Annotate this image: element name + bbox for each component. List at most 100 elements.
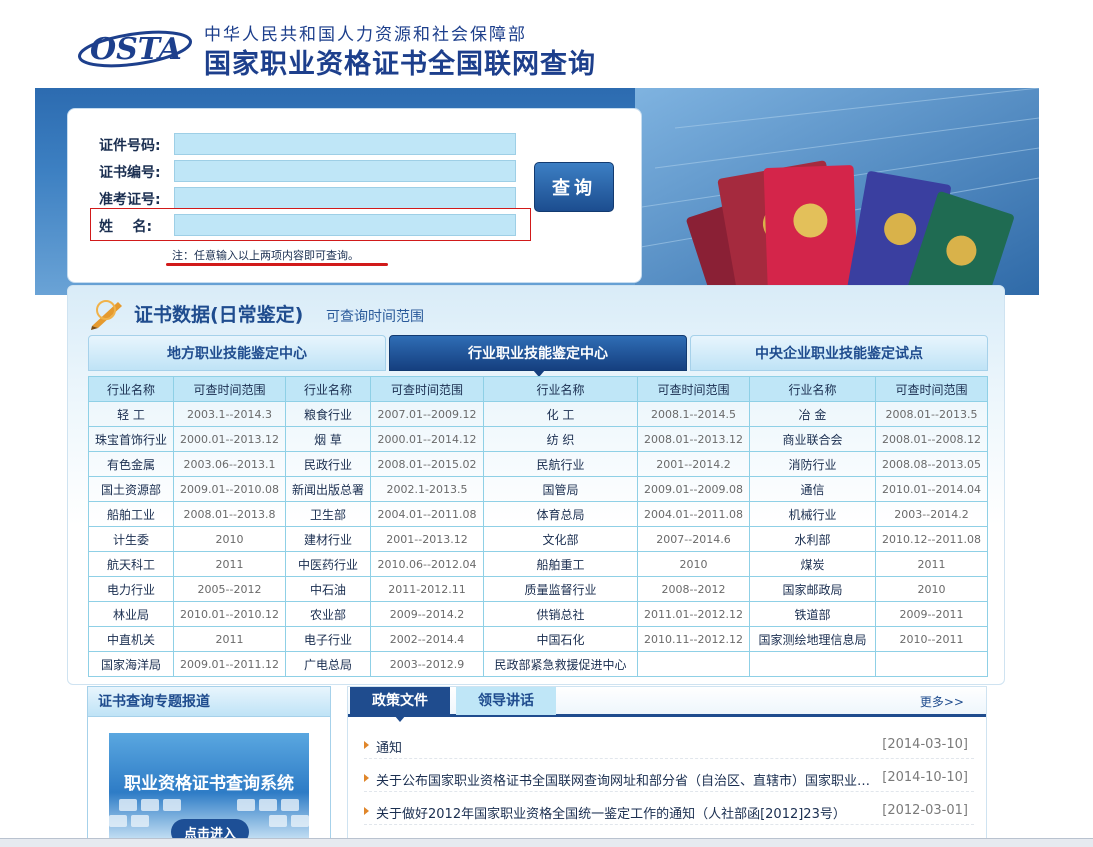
time-range-cell: 2007--2014.6 [637, 526, 750, 552]
tab-policy-documents[interactable]: 政策文件 [350, 687, 450, 715]
special-report-title: 证书查询专题报道 [88, 687, 330, 717]
time-range-cell: 2009.01--2009.08 [637, 476, 750, 502]
tab-leader-speeches[interactable]: 领导讲话 [456, 687, 556, 715]
industry-name-cell: 计生委 [88, 526, 174, 552]
time-range-cell: 2010--2011 [875, 626, 988, 652]
special-report-panel: 证书查询专题报道 职业资格证书查询系统 点击进入 [87, 686, 331, 846]
industry-name-cell: 煤炭 [749, 551, 876, 577]
industry-name-cell: 民航行业 [483, 451, 638, 477]
note-underline [166, 263, 388, 266]
industry-name-cell: 化 工 [483, 401, 638, 427]
news-date: [2012-03-01] [882, 803, 968, 818]
table-row: 有色金属 2003.06--2013.1 民政行业 2008.01--2015.02 民… [88, 451, 988, 477]
industry-name-cell: 商业联合会 [749, 426, 876, 452]
active-tab-arrow [394, 715, 406, 722]
time-range-cell: 2008.1--2014.5 [637, 401, 750, 427]
industry-name-cell: 广电总局 [285, 651, 371, 677]
id-number-label: 证件号码: [99, 138, 161, 154]
name-input[interactable] [174, 214, 516, 236]
column-header: 行业名称 [285, 376, 371, 402]
time-range-cell: 2010.01--2010.12 [173, 601, 286, 627]
time-range-cell: 2004.01--2011.08 [637, 501, 750, 527]
column-header: 可查时间范围 [637, 376, 750, 402]
time-range-cell: 2002.1-2013.5 [370, 476, 484, 502]
industry-name-cell: 国土资源部 [88, 476, 174, 502]
news-title[interactable]: 关于公布国家职业资格证书全国联网查询网址和部分省（自治区、直辖市）国家职业资格证… [376, 770, 876, 789]
news-title[interactable]: 通知 [376, 737, 876, 756]
industry-name-cell: 铁道部 [749, 601, 876, 627]
column-header: 可查时间范围 [173, 376, 286, 402]
industry-name-cell: 体育总局 [483, 501, 638, 527]
time-range-cell: 2008.01--2008.12 [875, 426, 988, 452]
page: OSTA 中华人民共和国人力资源和社会保障部 国家职业资格证书全国联网查询 证件… [0, 0, 1093, 847]
industry-name-cell: 国家邮政局 [749, 576, 876, 602]
time-range-cell: 2008--2012 [637, 576, 750, 602]
industry-name-cell: 通信 [749, 476, 876, 502]
column-header: 行业名称 [483, 376, 638, 402]
industry-name-cell: 卫生部 [285, 501, 371, 527]
industry-name-cell: 国管局 [483, 476, 638, 502]
promo-banner[interactable]: 职业资格证书查询系统 点击进入 [109, 733, 309, 841]
logo-text: OSTA [90, 32, 182, 67]
industry-name-cell: 中石油 [285, 576, 371, 602]
section-subtitle: 可查询时间范围 [326, 309, 424, 325]
industry-name-cell: 供销总社 [483, 601, 638, 627]
news-item[interactable]: 关于公布国家职业资格证书全国联网查询网址和部分省（自治区、直辖市）国家职业资格证… [364, 768, 974, 792]
time-range-cell: 2011 [173, 626, 286, 652]
industry-name-cell: 民政部紧急救援促进中心 [483, 651, 638, 677]
certificate-booklets-image [635, 88, 1039, 295]
industry-name-cell: 中直机关 [88, 626, 174, 652]
table-row: 中直机关 2011 电子行业 2002--2014.4 中国石化 2010.11--201… [88, 626, 988, 652]
industry-name-cell: 消防行业 [749, 451, 876, 477]
tab-industry-center[interactable]: 行业职业技能鉴定中心 [389, 335, 687, 377]
exam-number-label: 准考证号: [99, 192, 161, 208]
time-range-cell: 2011 [875, 551, 988, 577]
time-range-cell: 2008.08--2013.05 [875, 451, 988, 477]
industry-name-cell: 文化部 [483, 526, 638, 552]
table-row: 轻 工 2003.1--2014.3 粮食行业 2007.01--2009.12 化 工… [88, 401, 988, 427]
news-date: [2014-10-10] [882, 770, 968, 785]
industry-name-cell: 新闻出版总署 [285, 476, 371, 502]
table-row: 船舶工业 2008.01--2013.8 卫生部 2004.01--2011.08 体育… [88, 501, 988, 527]
time-range-cell: 2010 [637, 551, 750, 577]
time-range-cell: 2010 [875, 576, 988, 602]
news-title[interactable]: 关于做好2012年国家职业资格全国统一鉴定工作的通知（人社部函[2012]23号… [376, 803, 876, 822]
bullet-icon [364, 774, 369, 782]
industry-name-cell: 民政行业 [285, 451, 371, 477]
table-row: 林业局 2010.01--2010.12 农业部 2009--2014.2 供销总社 20… [88, 601, 988, 627]
industry-name-cell: 林业局 [88, 601, 174, 627]
tab-label: 地方职业技能鉴定中心 [167, 346, 307, 362]
time-range-cell: 2010 [173, 526, 286, 552]
time-range-cell: 2010.01--2014.04 [875, 476, 988, 502]
news-item[interactable]: 关于做好2012年国家职业资格全国统一鉴定工作的通知（人社部函[2012]23号… [364, 801, 974, 825]
id-number-input[interactable] [174, 133, 516, 155]
industry-name-cell: 质量监督行业 [483, 576, 638, 602]
time-range-cell: 2005--2012 [173, 576, 286, 602]
time-range-cell [637, 651, 750, 677]
promo-title: 职业资格证书查询系统 [124, 774, 294, 794]
table-body: 轻 工 2003.1--2014.3 粮食行业 2007.01--2009.12 化 工… [88, 401, 988, 677]
news-tabs: 政策文件 领导讲话 更多>> [348, 687, 986, 722]
exam-number-input[interactable] [174, 187, 516, 209]
industry-name-cell: 纺 织 [483, 426, 638, 452]
industry-name-cell: 国家海洋局 [88, 651, 174, 677]
table-row: 航天科工 2011 中医药行业 2010.06--2012.04 船舶重工 2010 煤炭 2… [88, 551, 988, 577]
industry-name-cell: 中医药行业 [285, 551, 371, 577]
time-range-cell: 2002--2014.4 [370, 626, 484, 652]
industry-name-cell [749, 651, 876, 677]
more-link[interactable]: 更多>> [920, 693, 964, 710]
industry-name-cell: 电力行业 [88, 576, 174, 602]
news-item[interactable]: 通知 [2014-03-10] [364, 735, 974, 759]
tab-central-enterprise[interactable]: 中央企业职业技能鉴定试点 [690, 335, 988, 371]
time-range-cell: 2008.01--2015.02 [370, 451, 484, 477]
time-range-cell: 2004.01--2011.08 [370, 501, 484, 527]
time-range-cell: 2008.01--2013.12 [637, 426, 750, 452]
query-panel: 证件号码: 证书编号: 准考证号: 姓 名: 查询 注：任意输入以上两项内容即可… [67, 108, 642, 283]
query-button[interactable]: 查询 [534, 162, 614, 212]
time-range-cell: 2003--2014.2 [875, 501, 988, 527]
tab-local-center[interactable]: 地方职业技能鉴定中心 [88, 335, 386, 371]
industry-table: 行业名称 可查时间范围 行业名称 可查时间范围 行业名称 可查时间范围 行业名称 可查时间范围… [88, 376, 988, 677]
cert-number-input[interactable] [174, 160, 516, 182]
industry-name-cell: 农业部 [285, 601, 371, 627]
industry-name-cell: 轻 工 [88, 401, 174, 427]
